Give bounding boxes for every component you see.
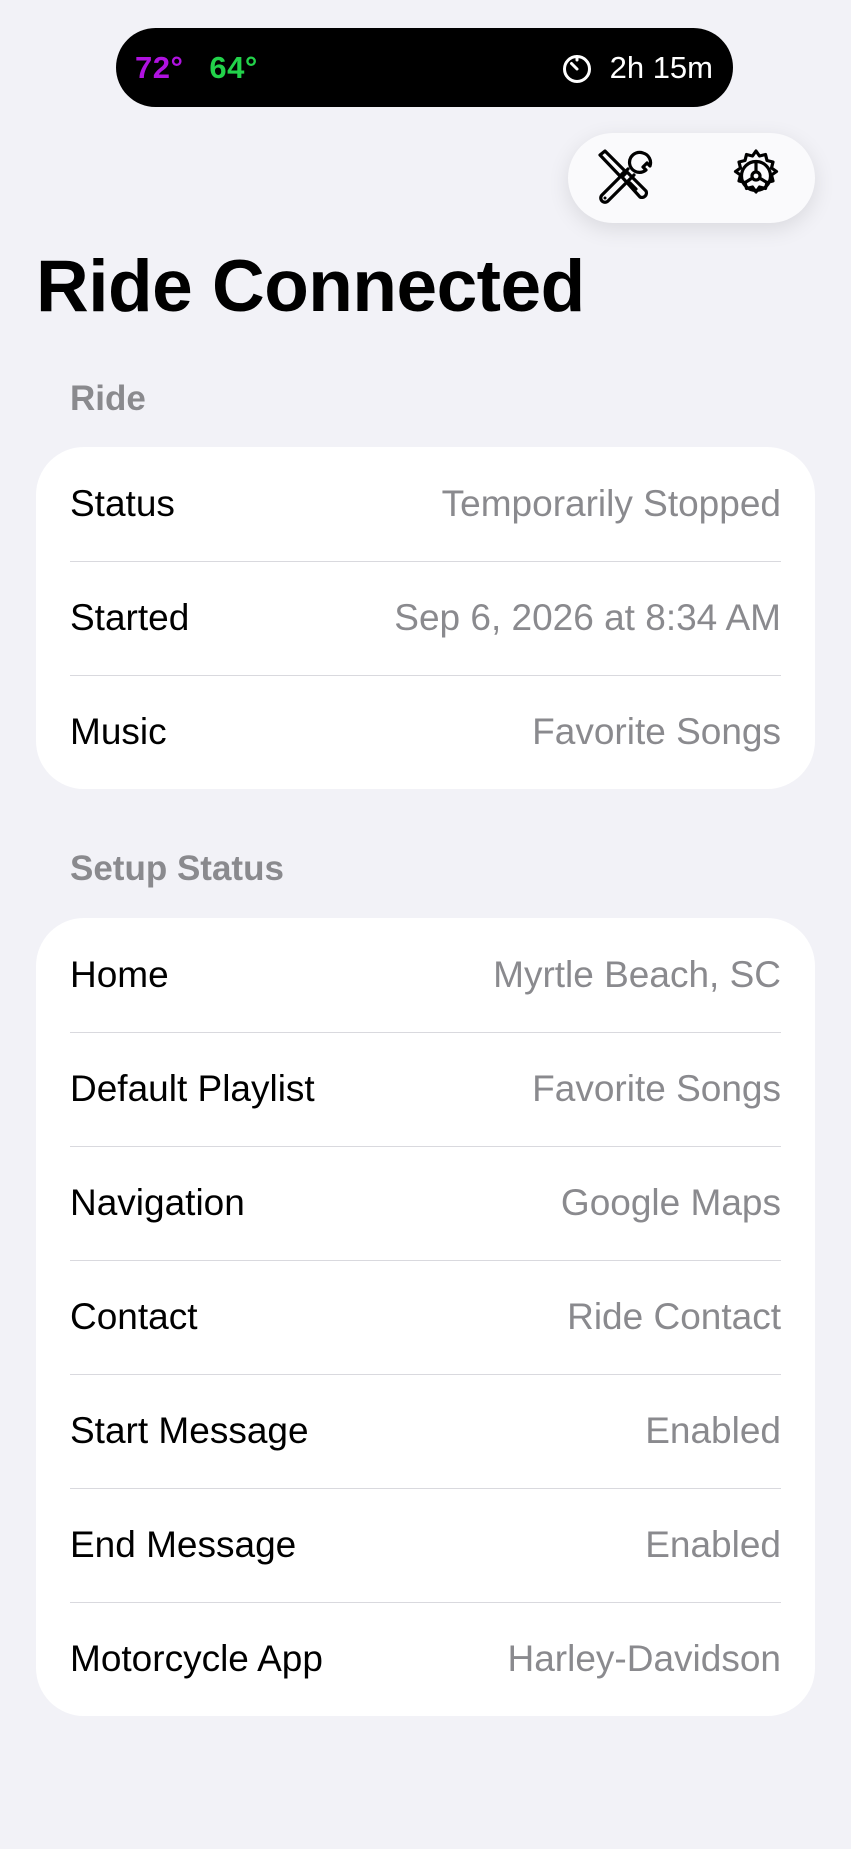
row-label: Motorcycle App [70,1638,323,1679]
row-value: Google Maps [560,1182,781,1223]
row-value: Enabled [645,1410,781,1451]
ride-row-status[interactable]: Status Temporarily Stopped [36,447,815,561]
setup-row-motorcycle-app[interactable]: Motorcycle App Harley-Davidson [36,1602,815,1716]
row-label: Started [70,597,190,638]
row-label: Home [70,954,169,995]
ride-section-header: Ride [70,379,146,418]
elapsed-time: 2h 15m [609,49,713,85]
row-value: Ride Contact [567,1296,781,1337]
setup-row-contact[interactable]: Contact Ride Contact [36,1260,815,1374]
toolbar [568,133,815,223]
row-label: Navigation [70,1182,245,1223]
row-value: Sep 6, 2026 at 8:34 AM [394,597,781,638]
row-label: End Message [70,1524,297,1565]
row-label: Start Message [70,1410,309,1451]
row-value: Favorite Songs [532,1068,781,1109]
tools-button[interactable] [592,147,654,209]
setup-row-start-message[interactable]: Start Message Enabled [36,1374,815,1488]
row-value: Temporarily Stopped [441,483,781,524]
ride-row-music[interactable]: Music Favorite Songs [36,675,815,789]
page-title: Ride Connected [36,246,585,327]
temperature-low: 64° [209,49,258,85]
wrench-screwdriver-icon [592,145,654,212]
setup-section-header: Setup Status [70,849,284,888]
setup-row-end-message[interactable]: End Message Enabled [36,1488,815,1602]
row-label: Music [70,711,167,752]
settings-button[interactable] [725,147,787,209]
setup-card: Home Myrtle Beach, SC Default Playlist F… [36,918,815,1716]
row-value: Harley-Davidson [507,1638,782,1679]
row-label: Contact [70,1296,198,1337]
status-pill: 72° 64° 2h 15m [116,28,733,107]
setup-row-default-playlist[interactable]: Default Playlist Favorite Songs [36,1032,815,1146]
temperature-high: 72° [135,49,184,85]
row-value: Myrtle Beach, SC [493,954,781,995]
gear-icon [726,146,786,211]
ride-card: Status Temporarily Stopped Started Sep 6… [36,447,815,789]
setup-row-home[interactable]: Home Myrtle Beach, SC [36,918,815,1032]
row-value: Favorite Songs [532,711,781,752]
timer-icon [560,51,594,85]
setup-row-navigation[interactable]: Navigation Google Maps [36,1146,815,1260]
row-value: Enabled [645,1524,781,1565]
row-label: Status [70,483,175,524]
row-label: Default Playlist [70,1068,315,1109]
ride-row-started[interactable]: Started Sep 6, 2026 at 8:34 AM [36,561,815,675]
